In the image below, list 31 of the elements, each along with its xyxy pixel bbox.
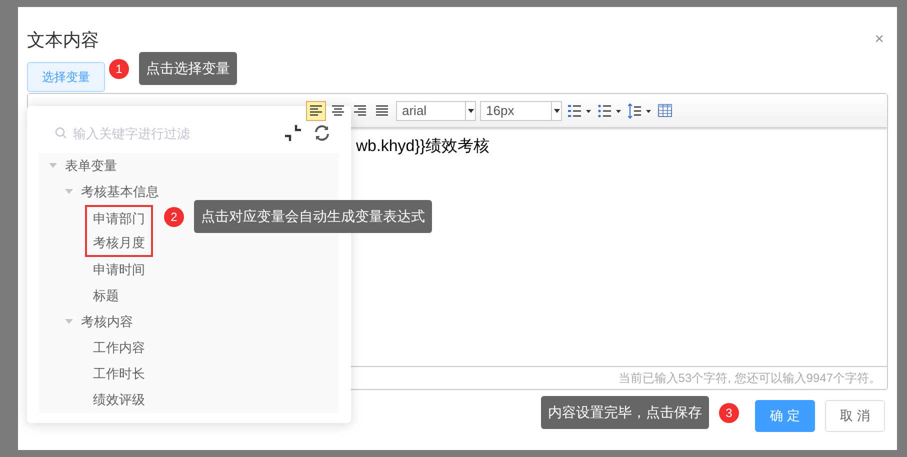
tree-item[interactable]: 考核月度 (85, 231, 153, 257)
close-button[interactable]: × (870, 31, 888, 49)
table-icon[interactable] (658, 104, 672, 117)
tree-item[interactable]: 标题 (85, 284, 127, 308)
tree-item[interactable]: 工作内容 (85, 336, 153, 360)
collapse-icon[interactable] (285, 125, 301, 141)
tree-item[interactable]: 申请时间 (85, 258, 153, 282)
step-badge: 3 (719, 402, 739, 422)
ordered-list-icon[interactable] (568, 104, 592, 118)
tree-item[interactable]: 申请部门 (85, 205, 153, 231)
font-family-select[interactable]: arial (396, 100, 476, 120)
annotation-tooltip: 点击选择变量 (139, 52, 237, 85)
dialog-title: 文本内容 (27, 29, 99, 52)
align-left-icon[interactable] (306, 100, 326, 120)
line-height-icon[interactable] (628, 102, 652, 118)
step-badge: 1 (109, 58, 129, 78)
tree-item[interactable]: 考核内容 (73, 310, 141, 334)
refresh-icon[interactable] (313, 124, 331, 142)
annotation-tooltip: 内容设置完毕，点击保存 (541, 396, 709, 429)
font-size-select[interactable]: 16px (480, 100, 562, 120)
tree-item[interactable]: 工作时长 (85, 362, 153, 386)
tree-item[interactable]: 考核基本信息 (73, 180, 167, 204)
tree-item[interactable]: 表单变量 (57, 154, 125, 178)
tree-item[interactable]: 绩效评级 (85, 388, 153, 412)
filter-field[interactable]: 输入关键字进行过滤 (71, 124, 281, 142)
character-counter: 当前已输入53个字符, 您还可以输入9947个字符。 (618, 370, 881, 386)
search-icon (55, 127, 67, 139)
annotation-tooltip: 点击对应变量会自动生成变量表达式 (194, 200, 432, 233)
cancel-button[interactable]: 取 消 (825, 400, 885, 432)
bullet-list-icon[interactable] (598, 104, 622, 118)
editor-text: wb.khyd}}绩效考核 (356, 138, 490, 155)
